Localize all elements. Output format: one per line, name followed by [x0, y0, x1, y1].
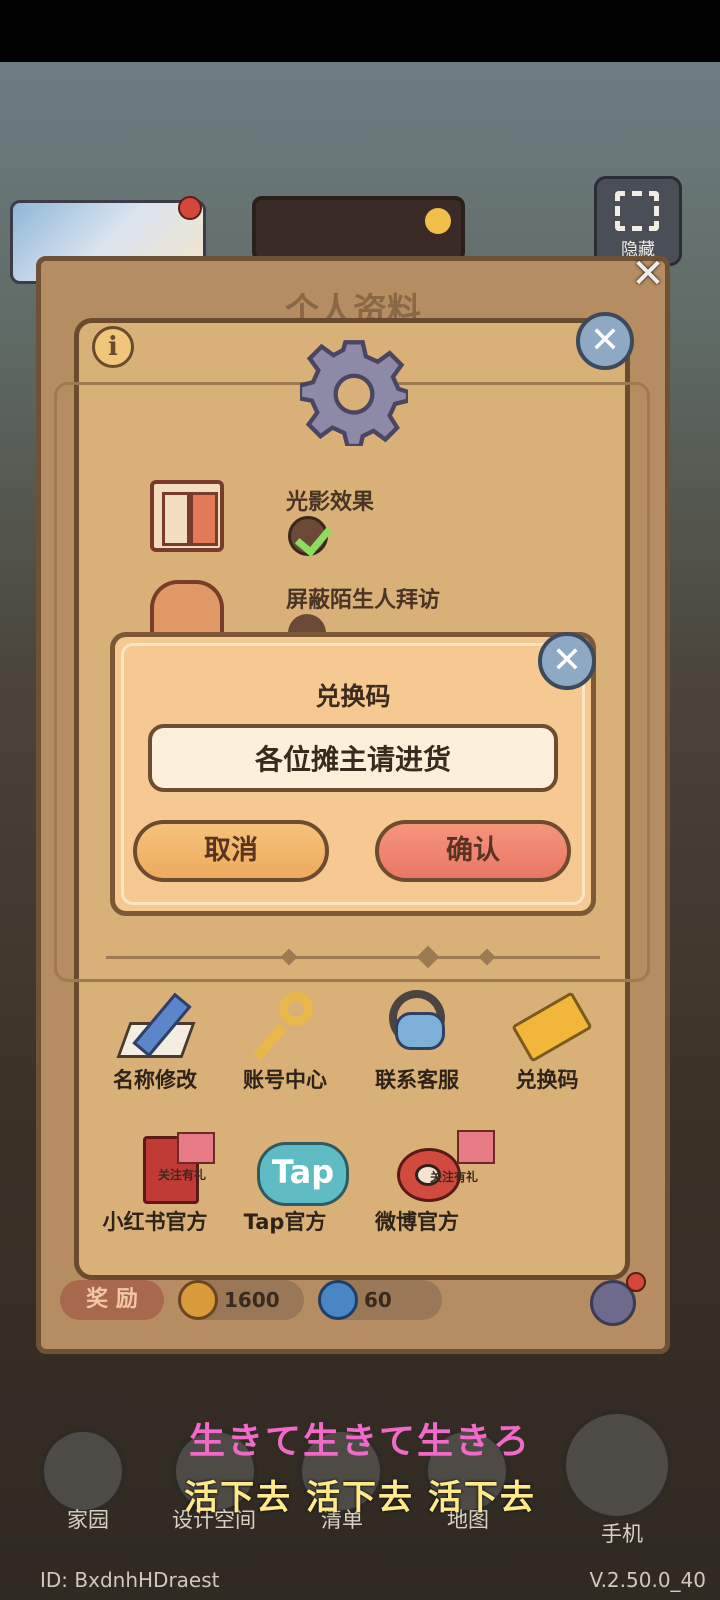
cancel-button[interactable]: 取消	[133, 820, 329, 882]
nav-phone-label: 手机	[601, 1522, 643, 1546]
confirm-button[interactable]: 确认	[375, 820, 571, 882]
subtitle-line-2: 活下去 活下去 活下去	[184, 1478, 536, 1518]
player-id: ID: BxdnhHDraest	[40, 1568, 220, 1592]
status-bar	[0, 0, 720, 62]
version-label: V.2.50.0_40	[589, 1568, 706, 1592]
subtitle-line-1: 生きて生きて生きろ	[188, 1421, 531, 1462]
redeem-code-input[interactable]	[148, 724, 558, 792]
dialog-title: 兑换码	[315, 682, 391, 711]
dialog-close-button[interactable]: ✕	[538, 632, 596, 690]
